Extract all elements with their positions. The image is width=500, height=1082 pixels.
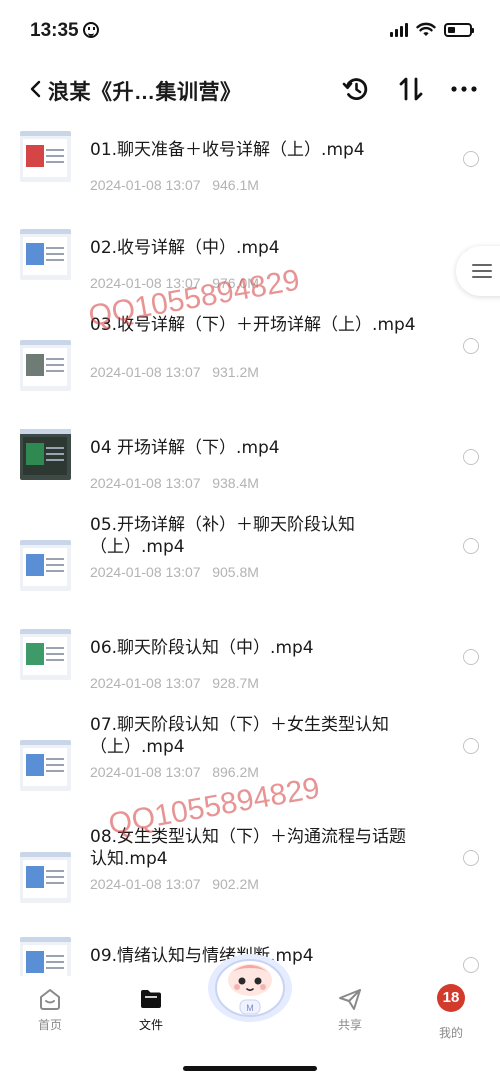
file-row[interactable]: 03.收号详解（下）＋开场详解（上）.mp4 2024-01-08 13:07 9… bbox=[0, 306, 500, 406]
file-row[interactable]: 06.聊天阶段认知（中）.mp4 2024-01-08 13:07 928.7M bbox=[0, 618, 500, 718]
file-meta: 2024-01-08 13:07 928.7M bbox=[90, 675, 259, 691]
select-radio[interactable] bbox=[463, 151, 479, 167]
file-date: 2024-01-08 13:07 bbox=[90, 364, 201, 380]
select-radio[interactable] bbox=[463, 449, 479, 465]
video-thumbnail bbox=[20, 340, 71, 391]
file-date: 2024-01-08 13:07 bbox=[90, 564, 201, 580]
file-name: 05.开场详解（补）＋聊天阶段认知（上）.mp4 bbox=[90, 515, 356, 557]
tab-label-files: 文件 bbox=[138, 1018, 163, 1032]
file-row[interactable]: 05.开场详解（补）＋聊天阶段认知（上）.mp4 2024-01-08 13:07… bbox=[0, 506, 500, 606]
file-meta: 2024-01-08 13:07 976.0M bbox=[90, 275, 259, 291]
file-size: 946.1M bbox=[212, 177, 259, 193]
tab-files[interactable]: 文件 bbox=[121, 986, 181, 1033]
file-row[interactable]: 07.聊天阶段认知（下）＋女生类型认知（上）.mp4 2024-01-08 13:… bbox=[0, 706, 500, 806]
select-radio[interactable] bbox=[463, 738, 479, 754]
video-thumbnail bbox=[20, 540, 71, 591]
video-thumbnail bbox=[20, 937, 71, 976]
folder-icon bbox=[141, 990, 161, 1008]
file-date: 2024-01-08 13:07 bbox=[90, 475, 201, 491]
file-name: 08.女生类型认知（下）＋沟通流程与话题认知.mp4 bbox=[90, 827, 407, 869]
video-thumbnail bbox=[20, 629, 71, 680]
profile-avatar[interactable]: 18 bbox=[437, 984, 465, 1012]
status-bar: 13:35 bbox=[0, 0, 500, 62]
file-date: 2024-01-08 13:07 bbox=[90, 275, 201, 291]
video-thumbnail bbox=[20, 229, 71, 280]
tab-bar: 首页 文件 M 共享 18 我的 bbox=[0, 954, 500, 1082]
file-row[interactable]: 04 开场详解（下）.mp4 2024-01-08 13:07 938.4M bbox=[0, 418, 500, 518]
file-name: 06.聊天阶段认知（中）.mp4 bbox=[90, 638, 314, 658]
video-thumbnail bbox=[20, 740, 71, 791]
select-radio[interactable] bbox=[463, 338, 479, 354]
file-date: 2024-01-08 13:07 bbox=[90, 876, 201, 892]
select-radio[interactable] bbox=[463, 957, 479, 973]
file-name: 01.聊天准备＋收号详解（上）.mp4 bbox=[90, 140, 365, 160]
file-meta: 2024-01-08 13:07 905.8M bbox=[90, 564, 259, 580]
file-size: 931.2M bbox=[212, 364, 259, 380]
svg-text:M: M bbox=[246, 1003, 254, 1013]
back-icon[interactable] bbox=[24, 76, 50, 102]
tab-share[interactable]: 共享 bbox=[320, 986, 380, 1033]
signal-icon bbox=[390, 23, 408, 37]
file-name: 04 开场详解（下）.mp4 bbox=[90, 438, 280, 458]
wifi-icon bbox=[416, 22, 436, 36]
file-row[interactable]: 08.女生类型认知（下）＋沟通流程与话题认知.mp4 2024-01-08 13:… bbox=[0, 818, 500, 918]
home-indicator bbox=[183, 1066, 317, 1071]
file-meta: 2024-01-08 13:07 902.2M bbox=[90, 876, 259, 892]
file-meta: 2024-01-08 13:07 946.1M bbox=[90, 177, 259, 193]
file-size: 896.2M bbox=[212, 764, 259, 780]
file-size: 976.0M bbox=[212, 275, 259, 291]
file-meta: 2024-01-08 13:07 931.2M bbox=[90, 364, 259, 380]
file-size: 938.4M bbox=[212, 475, 259, 491]
file-list: 01.聊天准备＋收号详解（上）.mp4 2024-01-08 13:07 946.… bbox=[0, 120, 500, 976]
share-icon bbox=[339, 989, 361, 1010]
select-radio[interactable] bbox=[463, 649, 479, 665]
battery-fill bbox=[448, 27, 455, 33]
side-menu-handle[interactable] bbox=[456, 246, 500, 296]
clock-text: 13:35 bbox=[30, 20, 79, 41]
more-icon[interactable] bbox=[449, 74, 479, 104]
video-thumbnail bbox=[20, 131, 71, 182]
tab-label-profile: 我的 bbox=[438, 1026, 463, 1040]
folder-title: 浪某《升…集训营》 bbox=[48, 81, 242, 104]
file-name: 03.收号详解（下）＋开场详解（上）.mp4 bbox=[90, 315, 416, 335]
file-date: 2024-01-08 13:07 bbox=[90, 675, 201, 691]
status-icons bbox=[390, 22, 474, 38]
mascot-icon[interactable]: M bbox=[204, 948, 296, 1024]
battery-icon bbox=[444, 23, 474, 37]
history-icon[interactable] bbox=[341, 74, 371, 104]
file-date: 2024-01-08 13:07 bbox=[90, 764, 201, 780]
smiley-icon bbox=[82, 22, 99, 38]
file-row[interactable]: 01.聊天准备＋收号详解（上）.mp4 2024-01-08 13:07 946.… bbox=[0, 120, 500, 220]
file-row[interactable]: 02.收号详解（中）.mp4 2024-01-08 13:07 976.0M bbox=[0, 218, 500, 318]
file-name: 07.聊天阶段认知（下）＋女生类型认知（上）.mp4 bbox=[90, 715, 390, 757]
file-size: 928.7M bbox=[212, 675, 259, 691]
nav-bar: 浪某《升…集训营》 bbox=[0, 62, 500, 116]
file-date: 2024-01-08 13:07 bbox=[90, 177, 201, 193]
sort-icon[interactable] bbox=[396, 74, 426, 104]
file-size: 902.2M bbox=[212, 876, 259, 892]
tab-profile[interactable]: 我的 bbox=[421, 1020, 481, 1041]
video-thumbnail bbox=[20, 852, 71, 903]
tab-label-home: 首页 bbox=[37, 1018, 62, 1032]
select-radio[interactable] bbox=[463, 538, 479, 554]
file-meta: 2024-01-08 13:07 938.4M bbox=[90, 475, 259, 491]
tab-home[interactable]: 首页 bbox=[20, 986, 80, 1033]
select-radio[interactable] bbox=[463, 850, 479, 866]
home-icon bbox=[40, 989, 60, 1010]
file-name: 02.收号详解（中）.mp4 bbox=[90, 238, 280, 258]
file-size: 905.8M bbox=[212, 564, 259, 580]
tab-label-share: 共享 bbox=[337, 1018, 362, 1032]
video-thumbnail bbox=[20, 429, 71, 480]
status-time: 13:35 bbox=[30, 20, 99, 42]
file-meta: 2024-01-08 13:07 896.2M bbox=[90, 764, 259, 780]
